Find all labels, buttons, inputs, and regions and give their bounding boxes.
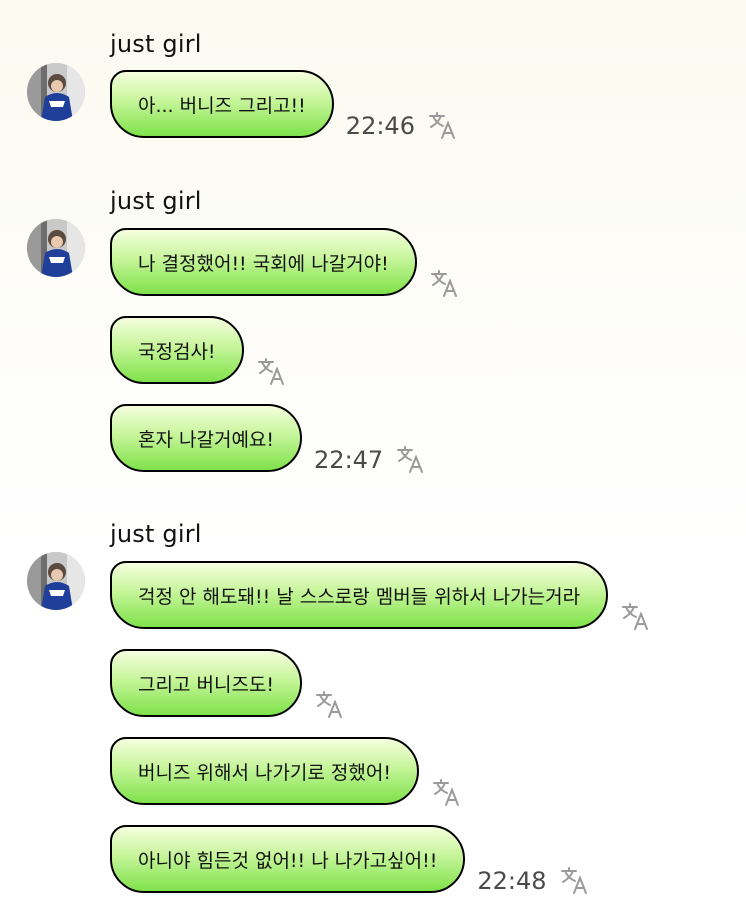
message-bubble[interactable]: 아... 버니즈 그리고!! [110,70,334,138]
message-row: 걱정 안 해도돼!! 날 스스로랑 멤버들 위하서 나가는거라 [110,561,652,631]
translate-icon[interactable] [256,356,288,386]
translate-icon[interactable] [559,865,591,895]
message-row: 아니야 힘든것 없어!! 나 나가고싶어!! 22:48 [110,825,591,895]
message-timestamp: 22:48 [477,867,547,895]
message-timestamp: 22:46 [345,112,415,140]
translate-icon[interactable] [395,444,427,474]
message-timestamp: 22:47 [314,446,384,474]
message-bubble[interactable]: 아니야 힘든것 없어!! 나 나가고싶어!! [110,825,466,893]
message-bubble[interactable]: 국정검사! [110,316,244,384]
message-bubble[interactable]: 혼자 나갈거예요! [110,404,303,472]
avatar[interactable] [27,63,85,121]
sender-name: just girl [110,30,202,58]
message-row: 아... 버니즈 그리고!! 22:46 [110,70,459,140]
message-bubble[interactable]: 버니즈 위해서 나가기로 정했어! [110,737,419,805]
translate-icon[interactable] [620,601,652,631]
translate-icon[interactable] [427,110,459,140]
avatar[interactable] [27,552,85,610]
translate-icon[interactable] [314,689,346,719]
chat-thread: just girl 아... 버니즈 그리고!! 22:46 just girl… [0,0,746,918]
message-row: 국정검사! [110,316,288,386]
message-bubble[interactable]: 나 결정했어!! 국회에 나갈거야! [110,228,417,296]
message-row: 버니즈 위해서 나가기로 정했어! [110,737,463,807]
sender-name: just girl [110,520,202,548]
message-row: 혼자 나갈거예요! 22:47 [110,404,427,474]
message-bubble[interactable]: 걱정 안 해도돼!! 날 스스로랑 멤버들 위하서 나가는거라 [110,561,609,629]
translate-icon[interactable] [431,777,463,807]
sender-name: just girl [110,187,202,215]
translate-icon[interactable] [429,268,461,298]
avatar[interactable] [27,219,85,277]
message-row: 나 결정했어!! 국회에 나갈거야! [110,228,461,298]
message-row: 그리고 버니즈도! [110,649,346,719]
message-bubble[interactable]: 그리고 버니즈도! [110,649,303,717]
